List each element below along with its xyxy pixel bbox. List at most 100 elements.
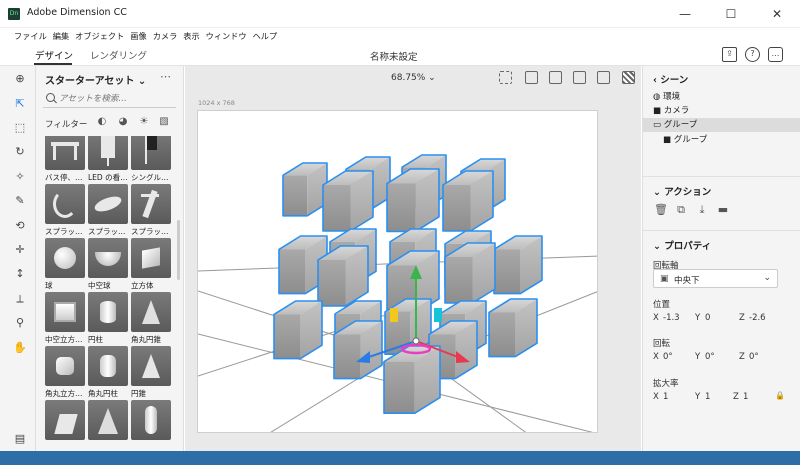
select-tool-icon[interactable]: ⇱ bbox=[13, 97, 27, 111]
menu-camera[interactable]: カメラ bbox=[150, 28, 181, 44]
pivot-select[interactable]: ▣ 中央下 ⌄ bbox=[653, 269, 778, 288]
asset-item[interactable]: シングル… bbox=[131, 136, 171, 183]
cube[interactable] bbox=[317, 245, 369, 307]
asset-item[interactable]: LED の看… bbox=[88, 136, 128, 183]
properties-header[interactable]: ⌄ プロパティ bbox=[653, 238, 711, 252]
rotation-y-field[interactable]: 0° bbox=[705, 352, 715, 362]
scene-item-camera[interactable]: ■ カメラ bbox=[653, 104, 800, 118]
delete-icon[interactable]: 🗑 bbox=[654, 204, 668, 216]
search-input[interactable] bbox=[59, 92, 169, 106]
asset-item[interactable]: スプラッ… bbox=[131, 184, 171, 237]
frame-icon[interactable] bbox=[499, 71, 512, 84]
position-z-field[interactable]: -2.6 bbox=[749, 313, 766, 323]
marquee-select-icon[interactable]: ⬚ bbox=[13, 121, 27, 135]
assets-header[interactable]: スターターアセット ⌄ bbox=[45, 72, 146, 87]
feedback-icon[interactable]: … bbox=[768, 47, 783, 62]
camera-orbit-icon[interactable] bbox=[549, 71, 562, 84]
horizon-icon[interactable]: ⟂ bbox=[13, 292, 27, 306]
cube[interactable] bbox=[282, 162, 328, 217]
cube[interactable] bbox=[493, 235, 543, 295]
scene-item-environment[interactable]: ◍ 環境 bbox=[653, 90, 800, 104]
3d-canvas[interactable] bbox=[197, 110, 598, 433]
filter-lights-icon[interactable]: ☀ bbox=[138, 116, 150, 128]
actions-header[interactable]: ⌄ アクション bbox=[653, 184, 711, 198]
orbit-tool-icon[interactable]: ↻ bbox=[13, 145, 27, 159]
more-options-icon[interactable]: ⋯ bbox=[160, 70, 171, 83]
camera-dolly-icon[interactable] bbox=[597, 71, 610, 84]
menu-object[interactable]: オブジェクト bbox=[72, 28, 127, 44]
asset-item[interactable]: 円錐 bbox=[131, 346, 171, 399]
tab-design[interactable]: デザイン bbox=[35, 48, 73, 62]
pivot-icon: ▣ bbox=[660, 274, 669, 284]
asset-item[interactable]: バス停、… bbox=[45, 136, 85, 183]
magic-wand-icon[interactable]: ✧ bbox=[13, 170, 27, 184]
assets-scrollbar[interactable] bbox=[177, 220, 180, 280]
menu-edit[interactable]: 編集 bbox=[50, 28, 72, 44]
asset-item[interactable]: 角丸円柱 bbox=[88, 346, 128, 399]
minimize-button[interactable]: — bbox=[662, 0, 708, 28]
camera-select-icon[interactable] bbox=[525, 71, 538, 84]
scale-x-field[interactable]: 1 bbox=[663, 392, 668, 402]
zoom-icon[interactable]: ⚲ bbox=[13, 316, 27, 330]
group-folder-icon[interactable]: ▬ bbox=[717, 204, 729, 216]
share-icon[interactable]: ⇪ bbox=[722, 47, 737, 62]
help-icon[interactable]: ? bbox=[745, 47, 760, 62]
rotation-z-field[interactable]: 0° bbox=[749, 352, 759, 362]
scale-y-field[interactable]: 1 bbox=[705, 392, 710, 402]
scene-header[interactable]: ‹ シーン bbox=[653, 72, 688, 86]
cube[interactable] bbox=[386, 168, 440, 233]
dolly-icon[interactable]: ↕ bbox=[13, 267, 27, 281]
asset-item[interactable] bbox=[131, 400, 171, 442]
hand-tool-icon[interactable]: ✋ bbox=[13, 341, 27, 355]
asset-item[interactable]: スプラッ… bbox=[88, 184, 128, 237]
camera-pan-icon[interactable] bbox=[573, 71, 586, 84]
camera-orbit-icon[interactable]: ⟲ bbox=[13, 219, 27, 233]
cube[interactable] bbox=[322, 170, 374, 232]
filter-models-icon[interactable]: ◐ bbox=[96, 116, 108, 128]
close-button[interactable]: ✕ bbox=[754, 0, 800, 28]
asset-item[interactable]: 球 bbox=[45, 238, 85, 291]
maximize-button[interactable]: ☐ bbox=[708, 0, 754, 28]
lock-proportions-icon[interactable]: 🔒 bbox=[775, 391, 785, 400]
add-asset-icon[interactable]: ⊕ bbox=[13, 72, 27, 86]
zoom-level[interactable]: 68.75% ⌄ bbox=[391, 73, 436, 83]
cube[interactable] bbox=[383, 345, 441, 415]
asset-item[interactable] bbox=[88, 400, 128, 442]
render-preview-icon[interactable] bbox=[622, 71, 635, 84]
position-y-label: Y bbox=[695, 313, 701, 323]
asset-item[interactable]: 角丸円錐 bbox=[131, 292, 171, 345]
scene-item-group[interactable]: ▭ グループ bbox=[643, 118, 800, 132]
drop-to-ground-icon[interactable]: ⤓ bbox=[696, 204, 708, 216]
duplicate-icon[interactable]: ⧉ bbox=[675, 204, 687, 216]
asset-item[interactable]: スプラッ… bbox=[45, 184, 85, 237]
menu-file[interactable]: ファイル bbox=[11, 28, 50, 44]
asset-item[interactable]: 立方体 bbox=[131, 238, 171, 291]
cube[interactable] bbox=[444, 242, 496, 304]
position-x-field[interactable]: -1.3 bbox=[663, 313, 680, 323]
scale-z-field[interactable]: 1 bbox=[743, 392, 748, 402]
cube[interactable] bbox=[442, 170, 494, 232]
asset-item[interactable]: 中空立方… bbox=[45, 292, 85, 345]
assets-panel-icon[interactable]: ▤ bbox=[13, 432, 27, 446]
tab-render[interactable]: レンダリング bbox=[90, 48, 147, 62]
asset-item[interactable]: 円柱 bbox=[88, 292, 128, 345]
filter-materials-icon[interactable]: ◕ bbox=[117, 116, 129, 128]
asset-item[interactable]: 中空球 bbox=[88, 238, 128, 291]
scene-item-child-group[interactable]: ■ グループ bbox=[663, 133, 793, 147]
menu-window[interactable]: ウィンドウ bbox=[203, 28, 250, 44]
menu-help[interactable]: ヘルプ bbox=[250, 28, 281, 44]
asset-item[interactable]: 角丸立方… bbox=[45, 346, 85, 399]
cube-group[interactable] bbox=[273, 154, 543, 415]
position-y-field[interactable]: 0 bbox=[705, 313, 710, 323]
cube[interactable] bbox=[333, 320, 383, 380]
pan-icon[interactable]: ✛ bbox=[13, 243, 27, 257]
filter-images-icon[interactable]: ▧ bbox=[158, 116, 170, 128]
menu-view[interactable]: 表示 bbox=[180, 28, 202, 44]
sample-tool-icon[interactable]: ✎ bbox=[13, 194, 27, 208]
rotation-x-field[interactable]: 0° bbox=[663, 352, 673, 362]
menu-image[interactable]: 画像 bbox=[127, 28, 149, 44]
cube[interactable] bbox=[488, 298, 538, 358]
cube[interactable] bbox=[273, 300, 323, 360]
asset-label: スプラッ… bbox=[88, 227, 126, 236]
asset-item[interactable] bbox=[45, 400, 85, 442]
